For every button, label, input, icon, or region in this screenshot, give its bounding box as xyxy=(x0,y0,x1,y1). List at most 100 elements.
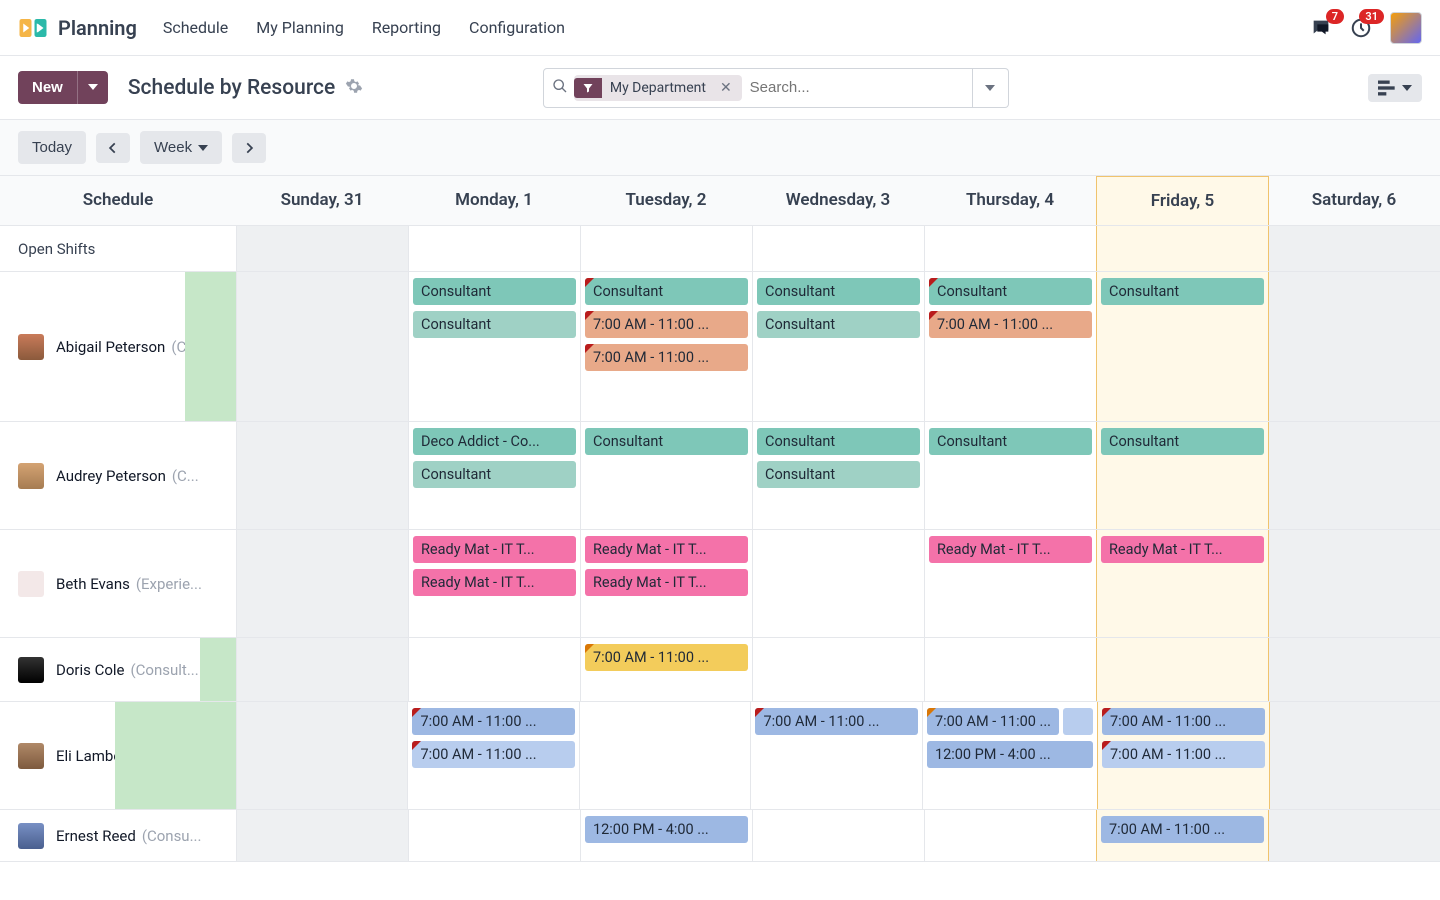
cell[interactable] xyxy=(408,226,580,271)
shift-event[interactable]: 7:00 AM - 11:00 ... xyxy=(1101,816,1264,843)
shift-event[interactable] xyxy=(1063,708,1093,735)
open-shifts-label[interactable]: Open Shifts xyxy=(0,226,236,271)
shift-event[interactable]: 7:00 AM - 11:00 ... xyxy=(585,644,748,671)
cell[interactable] xyxy=(408,638,580,701)
shift-event[interactable]: Consultant xyxy=(757,461,920,488)
cell[interactable] xyxy=(236,530,408,637)
shift-event[interactable]: Consultant xyxy=(757,278,920,305)
cell[interactable] xyxy=(236,272,408,421)
cell[interactable]: 7:00 AM - 11:00 ... xyxy=(580,638,752,701)
cell[interactable] xyxy=(752,530,924,637)
cell[interactable]: Deco Addict - Co... Consultant xyxy=(408,422,580,529)
cell[interactable] xyxy=(1268,226,1440,271)
cell[interactable]: 7:00 AM - 11:00 ... xyxy=(750,702,922,809)
shift-event[interactable]: 12:00 PM - 4:00 ... xyxy=(585,816,748,843)
cell[interactable] xyxy=(1269,702,1440,809)
cell[interactable] xyxy=(924,638,1096,701)
shift-event[interactable]: Consultant xyxy=(757,311,920,338)
cell[interactable] xyxy=(408,810,580,861)
cell[interactable] xyxy=(236,226,408,271)
resource-label[interactable]: Ernest Reed (Consu... xyxy=(0,810,236,861)
nav-schedule[interactable]: Schedule xyxy=(163,18,228,37)
gear-icon[interactable] xyxy=(345,77,363,99)
shift-event[interactable]: Consultant xyxy=(757,428,920,455)
search-input[interactable] xyxy=(750,79,964,96)
filter-chip-remove[interactable]: ✕ xyxy=(714,80,738,96)
cell[interactable] xyxy=(236,422,408,529)
cell[interactable]: Consultant Consultant xyxy=(408,272,580,421)
cell[interactable]: Ready Mat - IT T... xyxy=(1096,530,1269,637)
today-button[interactable]: Today xyxy=(18,131,86,164)
cell[interactable] xyxy=(1268,272,1440,421)
resource-label[interactable]: Audrey Peterson (C... xyxy=(0,422,236,529)
cell[interactable] xyxy=(924,226,1096,271)
resource-label[interactable]: Beth Evans (Experie... xyxy=(0,530,236,637)
cell[interactable]: Consultant xyxy=(924,422,1096,529)
cell[interactable] xyxy=(236,810,408,861)
shift-event[interactable]: Ready Mat - IT T... xyxy=(1101,536,1264,563)
shift-event[interactable]: 7:00 AM - 11:00 ... xyxy=(927,708,1059,735)
resource-label[interactable]: Abigail Peterson (C... xyxy=(0,272,236,421)
search-box[interactable]: My Department ✕ xyxy=(543,68,973,108)
activities-icon[interactable]: 31 xyxy=(1350,17,1372,39)
nav-my-planning[interactable]: My Planning xyxy=(256,18,344,37)
search-options-dropdown[interactable] xyxy=(973,68,1009,108)
cell[interactable]: Ready Mat - IT T... xyxy=(924,530,1096,637)
cell[interactable] xyxy=(1268,810,1440,861)
shift-event[interactable]: 7:00 AM - 11:00 ... xyxy=(1102,741,1264,768)
shift-event[interactable]: Consultant xyxy=(413,461,576,488)
resource-label[interactable]: Doris Cole (Consult... xyxy=(0,638,236,701)
shift-event[interactable]: 7:00 AM - 11:00 ... xyxy=(412,708,574,735)
cell[interactable] xyxy=(236,702,407,809)
shift-event[interactable]: Consultant xyxy=(1101,428,1264,455)
cell[interactable]: Ready Mat - IT T... Ready Mat - IT T... xyxy=(408,530,580,637)
cell[interactable] xyxy=(1096,226,1269,271)
cell[interactable] xyxy=(1268,422,1440,529)
shift-event[interactable]: 7:00 AM - 11:00 ... xyxy=(412,741,574,768)
cell[interactable]: 7:00 AM - 11:00 ... 7:00 AM - 11:00 ... xyxy=(407,702,578,809)
cell[interactable] xyxy=(1096,638,1269,701)
nav-reporting[interactable]: Reporting xyxy=(372,18,441,37)
shift-event[interactable]: Consultant xyxy=(929,278,1092,305)
cell[interactable]: Consultant Consultant xyxy=(752,272,924,421)
cell[interactable]: 7:00 AM - 11:00 ... xyxy=(1096,810,1269,861)
shift-event[interactable]: 7:00 AM - 11:00 ... xyxy=(755,708,918,735)
cell[interactable]: Consultant xyxy=(1096,272,1269,421)
shift-event[interactable]: Ready Mat - IT T... xyxy=(413,569,576,596)
cell[interactable]: Consultant xyxy=(580,422,752,529)
cell[interactable]: Consultant Consultant xyxy=(752,422,924,529)
new-dropdown[interactable] xyxy=(77,71,108,104)
cell[interactable] xyxy=(1268,638,1440,701)
cell[interactable] xyxy=(236,638,408,701)
cell[interactable] xyxy=(752,638,924,701)
shift-event[interactable]: Consultant xyxy=(413,278,576,305)
shift-event[interactable]: Ready Mat - IT T... xyxy=(585,569,748,596)
shift-event[interactable]: Consultant xyxy=(413,311,576,338)
shift-event[interactable]: Ready Mat - IT T... xyxy=(929,536,1092,563)
prev-button[interactable] xyxy=(96,133,130,163)
shift-event[interactable]: 7:00 AM - 11:00 ... xyxy=(585,344,748,371)
cell[interactable]: Consultant xyxy=(1096,422,1269,529)
view-mode-gantt[interactable] xyxy=(1368,74,1422,102)
cell[interactable]: 7:00 AM - 11:00 ... 12:00 PM - 4:00 ... xyxy=(922,702,1097,809)
shift-event[interactable]: Consultant xyxy=(929,428,1092,455)
cell[interactable] xyxy=(580,226,752,271)
shift-event[interactable]: Ready Mat - IT T... xyxy=(413,536,576,563)
cell[interactable] xyxy=(752,810,924,861)
cell[interactable] xyxy=(924,810,1096,861)
shift-event[interactable]: Deco Addict - Co... xyxy=(413,428,576,455)
cell[interactable]: Ready Mat - IT T... Ready Mat - IT T... xyxy=(580,530,752,637)
shift-event[interactable]: Consultant xyxy=(1101,278,1264,305)
shift-event[interactable]: 7:00 AM - 11:00 ... xyxy=(929,311,1092,338)
resource-label[interactable]: Eli Lambert (Market... xyxy=(0,702,236,809)
shift-event[interactable]: Consultant xyxy=(585,428,748,455)
new-button[interactable]: New xyxy=(18,71,77,104)
shift-event[interactable]: 12:00 PM - 4:00 ... xyxy=(927,741,1093,768)
shift-event[interactable]: 7:00 AM - 11:00 ... xyxy=(585,311,748,338)
shift-event[interactable]: Consultant xyxy=(585,278,748,305)
cell[interactable] xyxy=(579,702,750,809)
next-button[interactable] xyxy=(232,133,266,163)
shift-event[interactable]: 7:00 AM - 11:00 ... xyxy=(1102,708,1264,735)
cell[interactable]: Consultant 7:00 AM - 11:00 ... xyxy=(924,272,1096,421)
shift-event[interactable]: Ready Mat - IT T... xyxy=(585,536,748,563)
